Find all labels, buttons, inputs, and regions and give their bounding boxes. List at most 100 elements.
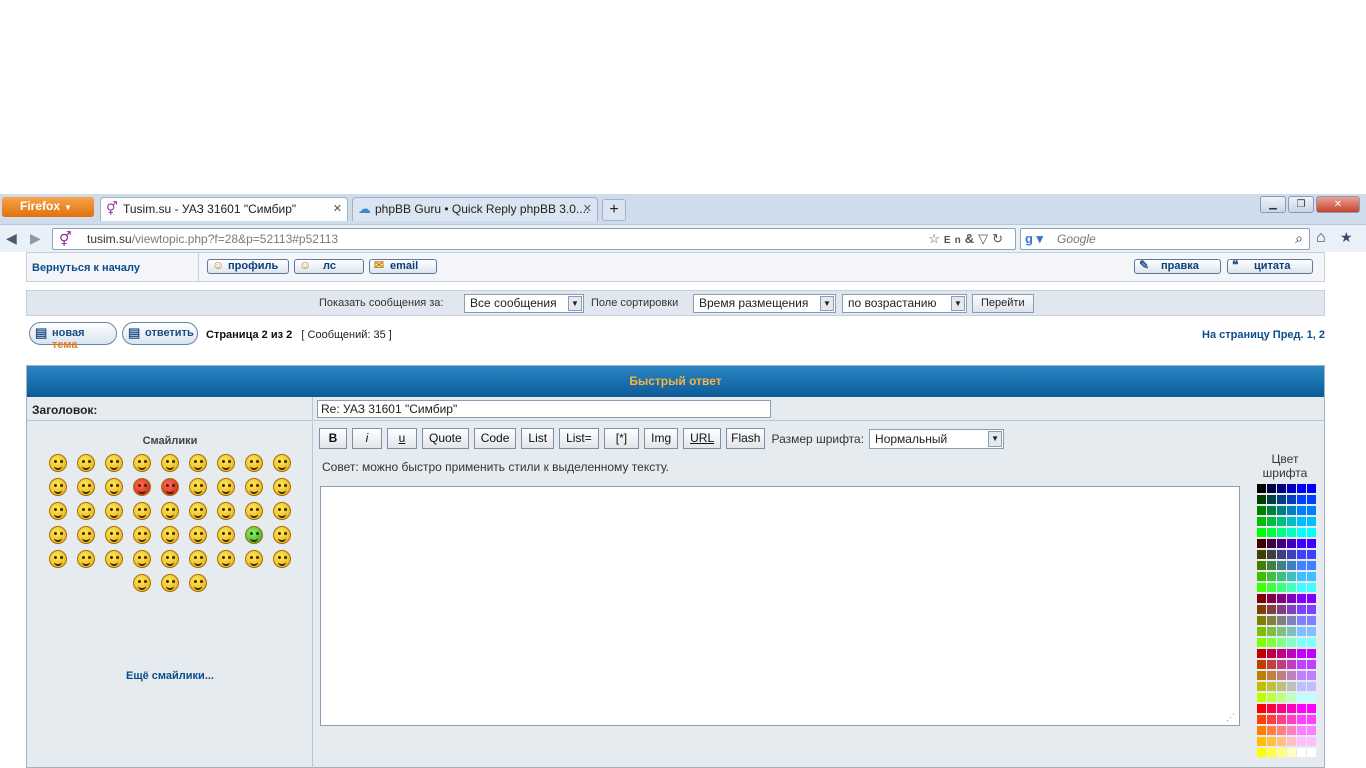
color-swatch[interactable] <box>1257 649 1266 658</box>
smiley-icon[interactable] <box>105 502 123 520</box>
color-swatch[interactable] <box>1287 726 1296 735</box>
bookmark-star-icon[interactable]: ☆ <box>928 231 944 246</box>
color-swatch[interactable] <box>1307 506 1316 515</box>
color-swatch[interactable] <box>1287 484 1296 493</box>
color-swatch[interactable] <box>1257 704 1266 713</box>
smiley-icon[interactable] <box>245 454 263 472</box>
color-swatch[interactable] <box>1257 627 1266 636</box>
color-swatch[interactable] <box>1297 649 1306 658</box>
smiley-icon[interactable] <box>189 478 207 496</box>
color-swatch[interactable] <box>1307 726 1316 735</box>
color-swatch[interactable] <box>1307 517 1316 526</box>
color-swatch[interactable] <box>1267 682 1276 691</box>
color-swatch[interactable] <box>1267 693 1276 702</box>
color-swatch[interactable] <box>1267 506 1276 515</box>
color-swatch[interactable] <box>1307 737 1316 746</box>
color-swatch[interactable] <box>1267 704 1276 713</box>
color-swatch[interactable] <box>1297 495 1306 504</box>
color-swatch[interactable] <box>1277 649 1286 658</box>
resize-grip-icon[interactable]: ⋰ <box>1226 712 1235 723</box>
color-swatch[interactable] <box>1277 495 1286 504</box>
ordered-list-button[interactable]: List= <box>559 428 599 449</box>
color-swatch[interactable] <box>1257 715 1266 724</box>
color-swatch[interactable] <box>1277 748 1286 757</box>
smiley-icon[interactable] <box>77 550 95 568</box>
color-swatch[interactable] <box>1257 682 1266 691</box>
smiley-icon[interactable] <box>217 502 235 520</box>
color-swatch[interactable] <box>1257 605 1266 614</box>
tab-tusim[interactable]: ⚥ Tusim.su - УАЗ 31601 "Симбир" ✕ <box>100 197 348 221</box>
color-swatch[interactable] <box>1277 506 1286 515</box>
color-swatch[interactable] <box>1297 726 1306 735</box>
color-swatch[interactable] <box>1307 715 1316 724</box>
color-swatch[interactable] <box>1287 715 1296 724</box>
smiley-icon[interactable] <box>245 526 263 544</box>
maximize-button[interactable]: ❐ <box>1288 196 1314 213</box>
color-swatch[interactable] <box>1287 528 1296 537</box>
show-posts-select[interactable]: Все сообщения ▼ <box>464 294 584 313</box>
color-swatch[interactable] <box>1297 627 1306 636</box>
color-swatch[interactable] <box>1277 660 1286 669</box>
smiley-icon[interactable] <box>217 478 235 496</box>
go-button[interactable]: Перейти <box>972 294 1034 313</box>
color-swatch[interactable] <box>1257 517 1266 526</box>
more-smilies-link[interactable]: Ещё смайлики... <box>27 670 313 682</box>
color-swatch[interactable] <box>1267 517 1276 526</box>
color-swatch[interactable] <box>1297 528 1306 537</box>
quote-button[interactable]: ❝ цитата <box>1227 259 1313 274</box>
color-swatch[interactable] <box>1277 539 1286 548</box>
subject-input[interactable] <box>317 400 771 418</box>
smiley-icon[interactable] <box>161 478 179 496</box>
color-swatch[interactable] <box>1277 561 1286 570</box>
color-swatch[interactable] <box>1287 616 1296 625</box>
smiley-icon[interactable] <box>105 454 123 472</box>
smiley-icon[interactable] <box>189 550 207 568</box>
reload-icon[interactable]: ↻ <box>992 231 1007 246</box>
color-swatch[interactable] <box>1267 649 1276 658</box>
color-swatch[interactable] <box>1257 528 1266 537</box>
color-swatch[interactable] <box>1277 671 1286 680</box>
color-swatch[interactable] <box>1287 649 1296 658</box>
smiley-icon[interactable] <box>245 502 263 520</box>
color-swatch[interactable] <box>1277 715 1286 724</box>
smiley-icon[interactable] <box>217 454 235 472</box>
color-swatch[interactable] <box>1297 517 1306 526</box>
color-swatch[interactable] <box>1267 627 1276 636</box>
smiley-icon[interactable] <box>49 502 67 520</box>
color-swatch[interactable] <box>1257 594 1266 603</box>
color-swatch[interactable] <box>1307 539 1316 548</box>
color-swatch[interactable] <box>1287 539 1296 548</box>
color-swatch[interactable] <box>1307 748 1316 757</box>
color-swatch[interactable] <box>1297 638 1306 647</box>
color-swatch[interactable] <box>1257 726 1266 735</box>
bold-button[interactable]: B <box>319 428 347 449</box>
smiley-icon[interactable] <box>273 502 291 520</box>
search-bar[interactable]: g ▾ Google ⌕ <box>1020 228 1310 250</box>
color-swatch[interactable] <box>1307 693 1316 702</box>
color-swatch[interactable] <box>1297 539 1306 548</box>
color-swatch[interactable] <box>1257 561 1266 570</box>
smiley-icon[interactable] <box>189 574 207 592</box>
color-swatch[interactable] <box>1287 671 1296 680</box>
color-swatch[interactable] <box>1287 495 1296 504</box>
color-swatch[interactable] <box>1287 517 1296 526</box>
color-swatch[interactable] <box>1287 506 1296 515</box>
smiley-icon[interactable] <box>189 454 207 472</box>
color-swatch[interactable] <box>1257 572 1266 581</box>
color-swatch[interactable] <box>1257 638 1266 647</box>
smiley-icon[interactable] <box>189 526 207 544</box>
list-button[interactable]: List <box>521 428 555 449</box>
google-icon[interactable]: g ▾ <box>1025 231 1043 247</box>
color-swatch[interactable] <box>1307 583 1316 592</box>
color-swatch[interactable] <box>1267 594 1276 603</box>
pagination[interactable]: На страницу Пред. 1, 2 <box>1202 329 1325 341</box>
edit-button[interactable]: ✎ правка <box>1134 259 1221 274</box>
color-swatch[interactable] <box>1287 682 1296 691</box>
color-swatch[interactable] <box>1267 528 1276 537</box>
color-swatch[interactable] <box>1297 737 1306 746</box>
smiley-icon[interactable] <box>77 502 95 520</box>
color-swatch[interactable] <box>1257 671 1266 680</box>
color-swatch[interactable] <box>1267 671 1276 680</box>
color-swatch[interactable] <box>1307 616 1316 625</box>
home-icon[interactable]: ⌂ <box>1316 229 1326 247</box>
